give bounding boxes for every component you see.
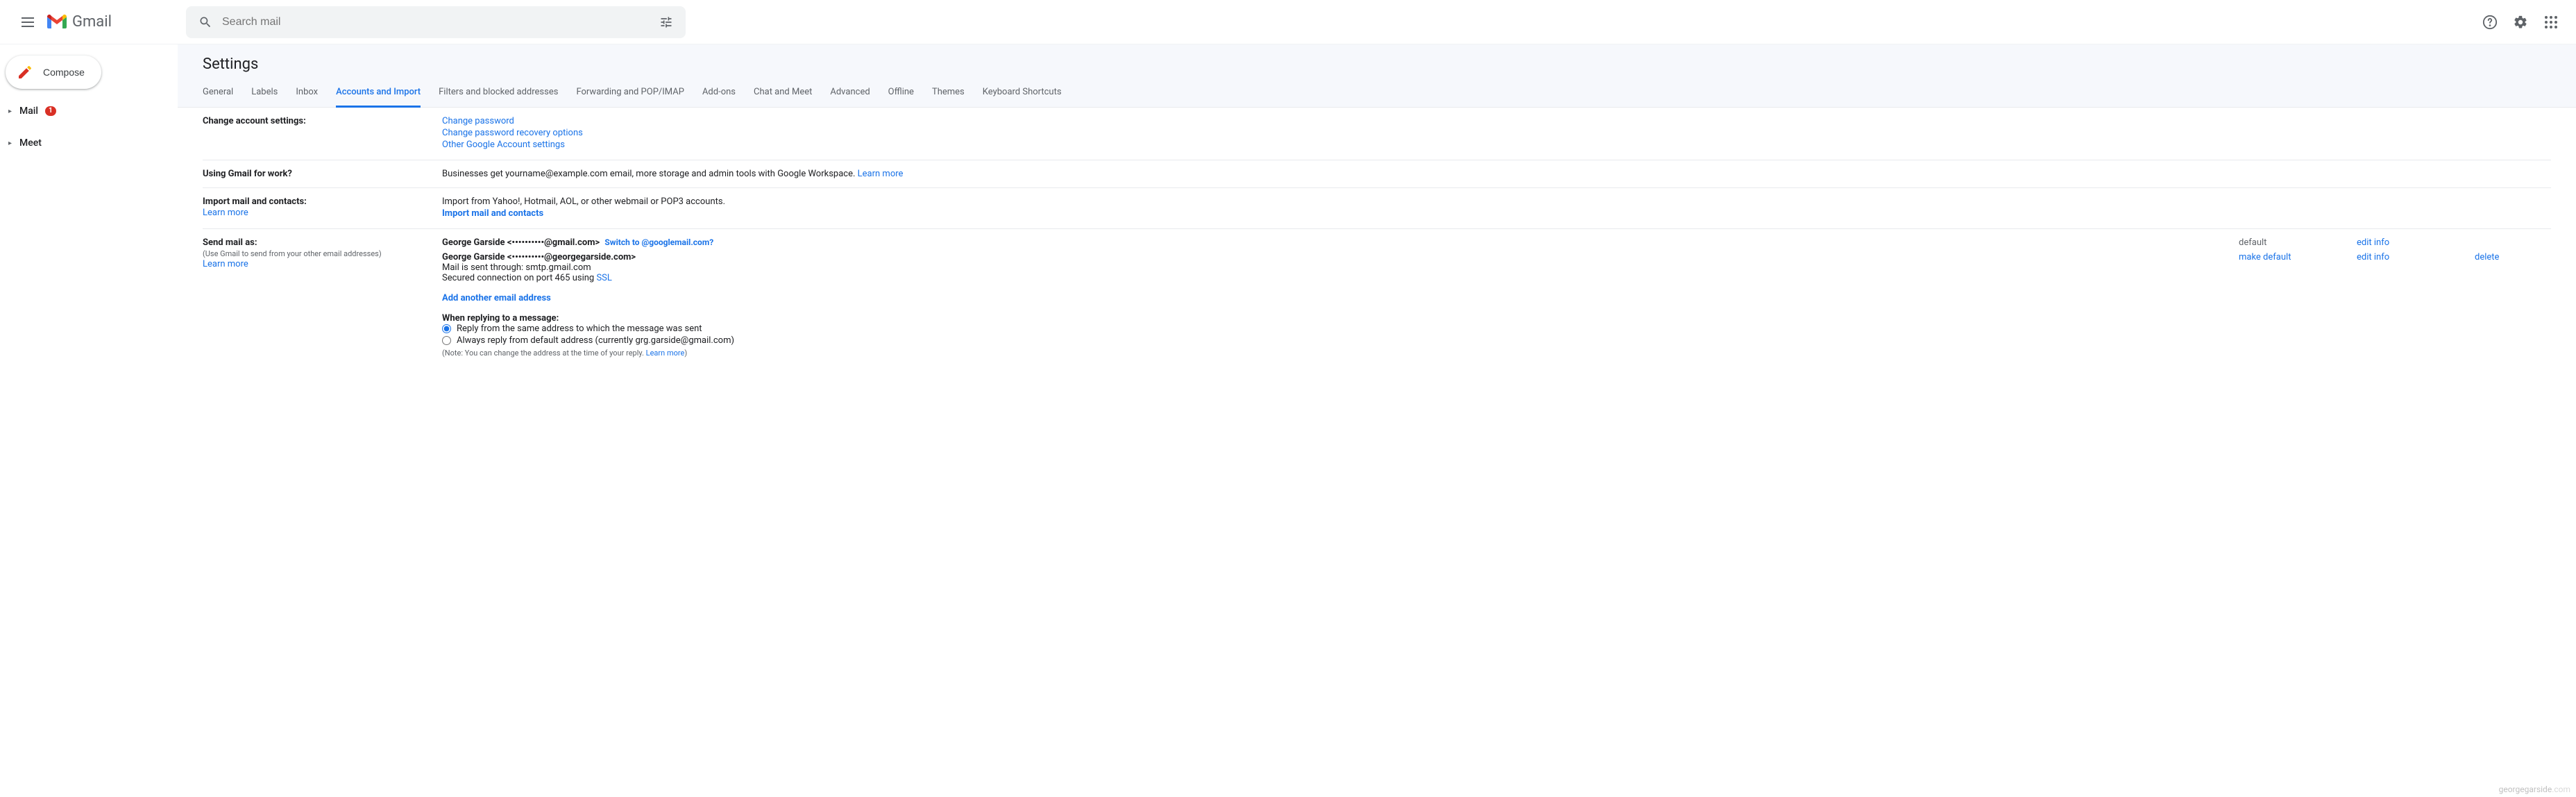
section-title: Import mail and contacts: xyxy=(203,196,431,207)
section-change-account-settings: Change account settings: Change password… xyxy=(203,108,2551,160)
reply-heading: When replying to a message: xyxy=(442,313,2551,324)
change-recovery-link[interactable]: Change password recovery options xyxy=(442,128,583,138)
reply-radio-default[interactable] xyxy=(442,336,451,345)
gmail-logo[interactable]: Gmail xyxy=(47,13,172,31)
section-gmail-for-work: Using Gmail for work? Businesses get you… xyxy=(203,160,2551,188)
alias-name: George Garside <••••••••••@gmail.com> xyxy=(442,237,600,248)
alias-ssl-detail: Secured connection on port 465 using xyxy=(442,273,596,283)
alias-name: George Garside <••••••••••@georgegarside… xyxy=(442,252,2239,262)
search-options-button[interactable] xyxy=(652,8,680,36)
app-header: Gmail xyxy=(0,0,2576,44)
reply-option-label: Reply from the same address to which the… xyxy=(457,324,702,334)
switch-domain-link[interactable]: Switch to @googlemail.com? xyxy=(604,237,713,247)
section-title: Change account settings: xyxy=(203,116,431,126)
sendas-learn-more-link[interactable]: Learn more xyxy=(203,259,248,269)
reply-option-label: Always reply from default address (curre… xyxy=(457,335,734,346)
section-title: Send mail as: xyxy=(203,237,431,248)
page-title: Settings xyxy=(203,56,2576,73)
alias-row-primary: George Garside <••••••••••@gmail.com> Sw… xyxy=(442,237,2551,248)
support-button[interactable] xyxy=(2476,8,2504,36)
tab-forwarding-and-pop-imap[interactable]: Forwarding and POP/IMAP xyxy=(576,80,684,108)
header-actions xyxy=(2476,8,2565,36)
tab-themes[interactable]: Themes xyxy=(932,80,965,108)
nav-meet[interactable]: ▸ Meet xyxy=(8,132,178,154)
nav-meet-section: ▸ Meet xyxy=(0,132,178,154)
google-apps-button[interactable] xyxy=(2537,8,2565,36)
section-send-mail-as: Send mail as: (Use Gmail to send from yo… xyxy=(203,229,2551,366)
add-another-email-link[interactable]: Add another email address xyxy=(442,293,551,303)
tab-offline[interactable]: Offline xyxy=(888,80,914,108)
tab-accounts-and-import[interactable]: Accounts and Import xyxy=(336,80,421,108)
app-name-text: Gmail xyxy=(72,13,112,31)
work-text: Businesses get yourname@example.com emai… xyxy=(442,169,858,179)
tab-labels[interactable]: Labels xyxy=(251,80,278,108)
nav-meet-label: Meet xyxy=(19,137,42,149)
section-title: Using Gmail for work? xyxy=(203,169,431,179)
search-input[interactable] xyxy=(219,16,652,28)
tab-add-ons[interactable]: Add-ons xyxy=(702,80,736,108)
alias-row-secondary: George Garside <••••••••••@georgegarside… xyxy=(442,252,2551,283)
reply-note: (Note: You can change the address at the… xyxy=(442,349,2551,358)
import-text: Import from Yahoo!, Hotmail, AOL, or oth… xyxy=(442,196,2551,207)
main-menu-button[interactable] xyxy=(11,6,44,39)
reply-option-same-address[interactable]: Reply from the same address to which the… xyxy=(442,324,2551,334)
gmail-icon xyxy=(47,15,67,30)
alias-edit-link[interactable]: edit info xyxy=(2357,252,2433,262)
tab-inbox[interactable]: Inbox xyxy=(296,80,318,108)
settings-button[interactable] xyxy=(2507,8,2534,36)
chevron-right-icon: ▸ xyxy=(8,108,19,115)
watermark: georgegarside.com xyxy=(2499,785,2570,794)
main-content: Settings General Labels Inbox Accounts and … xyxy=(178,44,2576,366)
import-learn-more-link[interactable]: Learn more xyxy=(203,208,248,218)
gear-icon xyxy=(2513,15,2528,30)
import-mail-link[interactable]: Import mail and contacts xyxy=(442,208,543,219)
alias-default-label: default xyxy=(2239,237,2315,248)
tab-chat-and-meet[interactable]: Chat and Meet xyxy=(754,80,812,108)
apps-grid-icon xyxy=(2545,16,2557,28)
compose-label: Compose xyxy=(43,67,85,78)
reply-radio-same[interactable] xyxy=(442,324,451,333)
nav-mail-section: ▸ Mail 1 xyxy=(0,100,178,122)
section-subtitle: (Use Gmail to send from your other email… xyxy=(203,249,431,258)
sidebar: Compose ▸ Mail 1 ▸ Meet xyxy=(0,44,178,366)
alias-edit-link[interactable]: edit info xyxy=(2357,237,2433,248)
reply-note-learn-more[interactable]: Learn more xyxy=(646,349,685,358)
search-bar xyxy=(186,6,686,38)
nav-mail-label: Mail xyxy=(19,106,38,117)
work-learn-more-link[interactable]: Learn more xyxy=(858,169,904,179)
pencil-icon xyxy=(17,64,33,81)
tab-filters-and-blocked-addresses[interactable]: Filters and blocked addresses xyxy=(439,80,558,108)
search-icon xyxy=(198,15,212,29)
tab-advanced[interactable]: Advanced xyxy=(830,80,870,108)
section-import-mail: Import mail and contacts: Learn more Imp… xyxy=(203,188,2551,229)
compose-button[interactable]: Compose xyxy=(6,56,101,89)
other-settings-link[interactable]: Other Google Account settings xyxy=(442,140,565,150)
search-button[interactable] xyxy=(192,8,219,36)
ssl-link[interactable]: SSL xyxy=(596,273,611,283)
alias-make-default-link[interactable]: make default xyxy=(2239,252,2315,262)
nav-mail[interactable]: ▸ Mail 1 xyxy=(8,100,178,122)
change-password-link[interactable]: Change password xyxy=(442,116,514,126)
reply-option-default-address[interactable]: Always reply from default address (curre… xyxy=(442,335,2551,346)
tab-keyboard-shortcuts[interactable]: Keyboard Shortcuts xyxy=(983,80,1062,108)
tune-icon xyxy=(659,15,673,29)
help-icon xyxy=(2482,15,2498,30)
nav-mail-badge: 1 xyxy=(45,106,56,116)
hamburger-icon xyxy=(22,22,34,23)
tab-general[interactable]: General xyxy=(203,80,233,108)
settings-tabs: General Labels Inbox Accounts and Import Fil… xyxy=(178,80,2576,108)
alias-smtp-detail: Mail is sent through: smtp.gmail.com xyxy=(442,262,2239,273)
chevron-right-icon: ▸ xyxy=(8,140,19,147)
alias-delete-link[interactable]: delete xyxy=(2475,252,2551,262)
